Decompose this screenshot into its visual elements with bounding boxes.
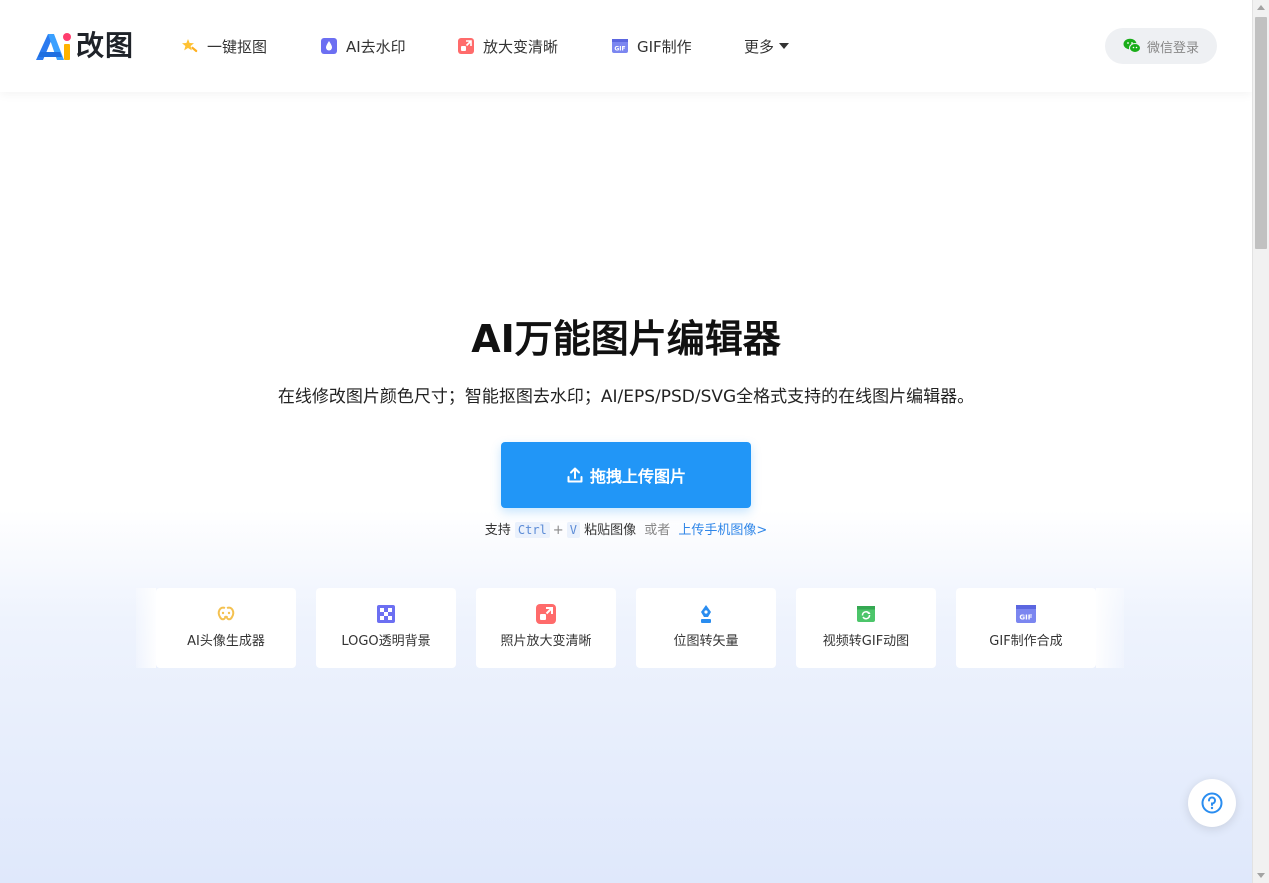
site-logo[interactable]: 改图 (34, 29, 134, 63)
hero-title: AI万能图片编辑器 (471, 317, 781, 361)
tool-label: GIF制作合成 (989, 634, 1063, 649)
ai-avatar-icon (217, 606, 235, 621)
tool-label: AI头像生成器 (187, 634, 265, 649)
vertical-scrollbar[interactable] (1252, 0, 1269, 883)
logo-mark-icon (36, 33, 71, 60)
nav-gif-maker[interactable]: GIF GIF制作 (612, 34, 692, 58)
upload-mobile-link[interactable]: 上传手机图像> (678, 523, 767, 538)
hero-subtitle: 在线修改图片颜色尺寸；智能抠图去水印；AI/EPS/PSD/SVG全格式支持的在… (277, 387, 975, 407)
nav-label: 一键抠图 (207, 37, 268, 56)
nav-more-label: 更多 (744, 37, 775, 56)
upload-label: 拖拽上传图片 (589, 467, 686, 486)
scroll-down-arrow-icon[interactable] (1257, 873, 1265, 878)
carousel-fade-left (136, 588, 156, 668)
tool-label: 视频转GIF动图 (822, 634, 910, 649)
gif-icon: GIF (1016, 605, 1036, 623)
tool-card-ai-avatar[interactable]: AI头像生成器 (156, 588, 296, 668)
tool-card-video-to-gif[interactable]: 视频转GIF动图 (796, 588, 936, 668)
upload-icon (567, 467, 583, 483)
upload-image-button[interactable]: 拖拽上传图片 (501, 442, 751, 508)
kbd-v: V (566, 522, 580, 538)
login-label: 微信登录 (1146, 40, 1199, 56)
tool-label: LOGO透明背景 (341, 634, 431, 649)
enlarge-icon (458, 38, 474, 54)
caret-down-icon (779, 43, 790, 49)
water-drop-icon (321, 38, 337, 54)
tool-label: 照片放大变清晰 (500, 634, 592, 649)
tool-card-photo-enlarge[interactable]: 照片放大变清晰 (476, 588, 616, 668)
nav-label: 放大变清晰 (483, 37, 559, 56)
wechat-icon (1123, 38, 1141, 53)
tool-card-logo-transparent[interactable]: LOGO透明背景 (316, 588, 456, 668)
magic-star-icon (182, 39, 198, 53)
help-button[interactable] (1188, 779, 1236, 827)
nav-enlarge[interactable]: 放大变清晰 (458, 34, 558, 58)
paste-prefix: 支持 (484, 523, 511, 538)
wechat-login-button[interactable]: 微信登录 (1105, 28, 1217, 64)
question-circle-icon (1201, 792, 1223, 814)
enlarge-icon (536, 604, 556, 624)
pen-nib-icon (701, 605, 711, 623)
nav-cutout[interactable]: 一键抠图 (182, 34, 267, 58)
logo-text: 改图 (76, 29, 135, 62)
svg-text:GIF: GIF (614, 46, 625, 53)
paste-suffix: 粘贴图像 (584, 523, 637, 538)
scrollbar-thumb[interactable] (1255, 17, 1267, 249)
video-convert-icon (857, 606, 875, 622)
gif-icon: GIF (612, 39, 628, 53)
nav-label: AI去水印 (346, 37, 406, 56)
kbd-ctrl: Ctrl (514, 522, 550, 538)
carousel-fade-right (1096, 588, 1124, 668)
kbd-plus: + (552, 523, 564, 538)
svg-text:GIF: GIF (1019, 614, 1032, 622)
nav-label: GIF制作 (637, 37, 692, 56)
paste-hint: 支持 Ctrl + V 粘贴图像 或者 上传手机图像> (0, 520, 1252, 541)
tool-label: 位图转矢量 (673, 634, 739, 649)
page: 改图 一键抠图 AI去水印 放大变清晰 GIF GIF制作 更多 微信登录 AI… (0, 0, 1252, 883)
top-navbar: 改图 一键抠图 AI去水印 放大变清晰 GIF GIF制作 更多 微信登录 (0, 0, 1252, 92)
scroll-up-arrow-icon[interactable] (1257, 5, 1265, 10)
nav-more-dropdown[interactable]: 更多 (744, 34, 790, 58)
transparent-checker-icon (377, 605, 395, 623)
tool-card-bitmap-to-vector[interactable]: 位图转矢量 (636, 588, 776, 668)
tool-card-gif-maker[interactable]: GIF GIF制作合成 (956, 588, 1096, 668)
or-text: 或者 (644, 523, 671, 538)
nav-remove-watermark[interactable]: AI去水印 (321, 34, 406, 58)
